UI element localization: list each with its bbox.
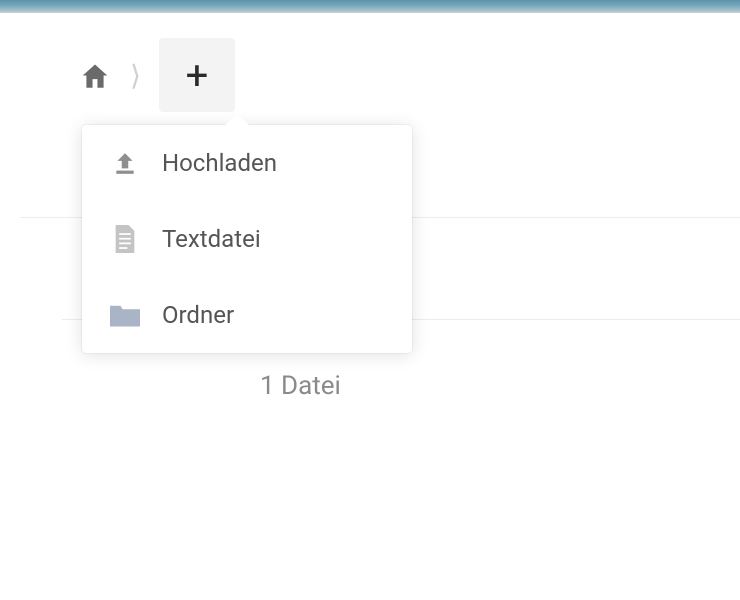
file-count-label: 1 Datei	[260, 371, 341, 401]
upload-menu-item[interactable]: Hochladen	[82, 125, 412, 201]
breadcrumb: ⟩ +	[0, 13, 740, 137]
upload-label: Hochladen	[162, 149, 277, 177]
folder-menu-item[interactable]: Ordner	[82, 277, 412, 353]
textfile-label: Textdatei	[162, 225, 261, 253]
chevron-right-icon: ⟩	[130, 59, 141, 92]
add-new-button[interactable]: +	[159, 38, 235, 112]
add-new-popover: Hochladen Textdatei Ordner	[82, 125, 412, 353]
upload-icon	[110, 150, 140, 176]
folder-icon	[110, 303, 140, 327]
folder-label: Ordner	[162, 301, 234, 329]
file-icon	[110, 225, 140, 253]
home-button[interactable]	[78, 58, 112, 92]
home-icon	[80, 62, 110, 89]
plus-icon: +	[186, 52, 209, 99]
textfile-menu-item[interactable]: Textdatei	[82, 201, 412, 277]
window-title-bar	[0, 0, 740, 13]
main-content: ⟩ + 1 Datei Hochladen	[0, 13, 740, 600]
